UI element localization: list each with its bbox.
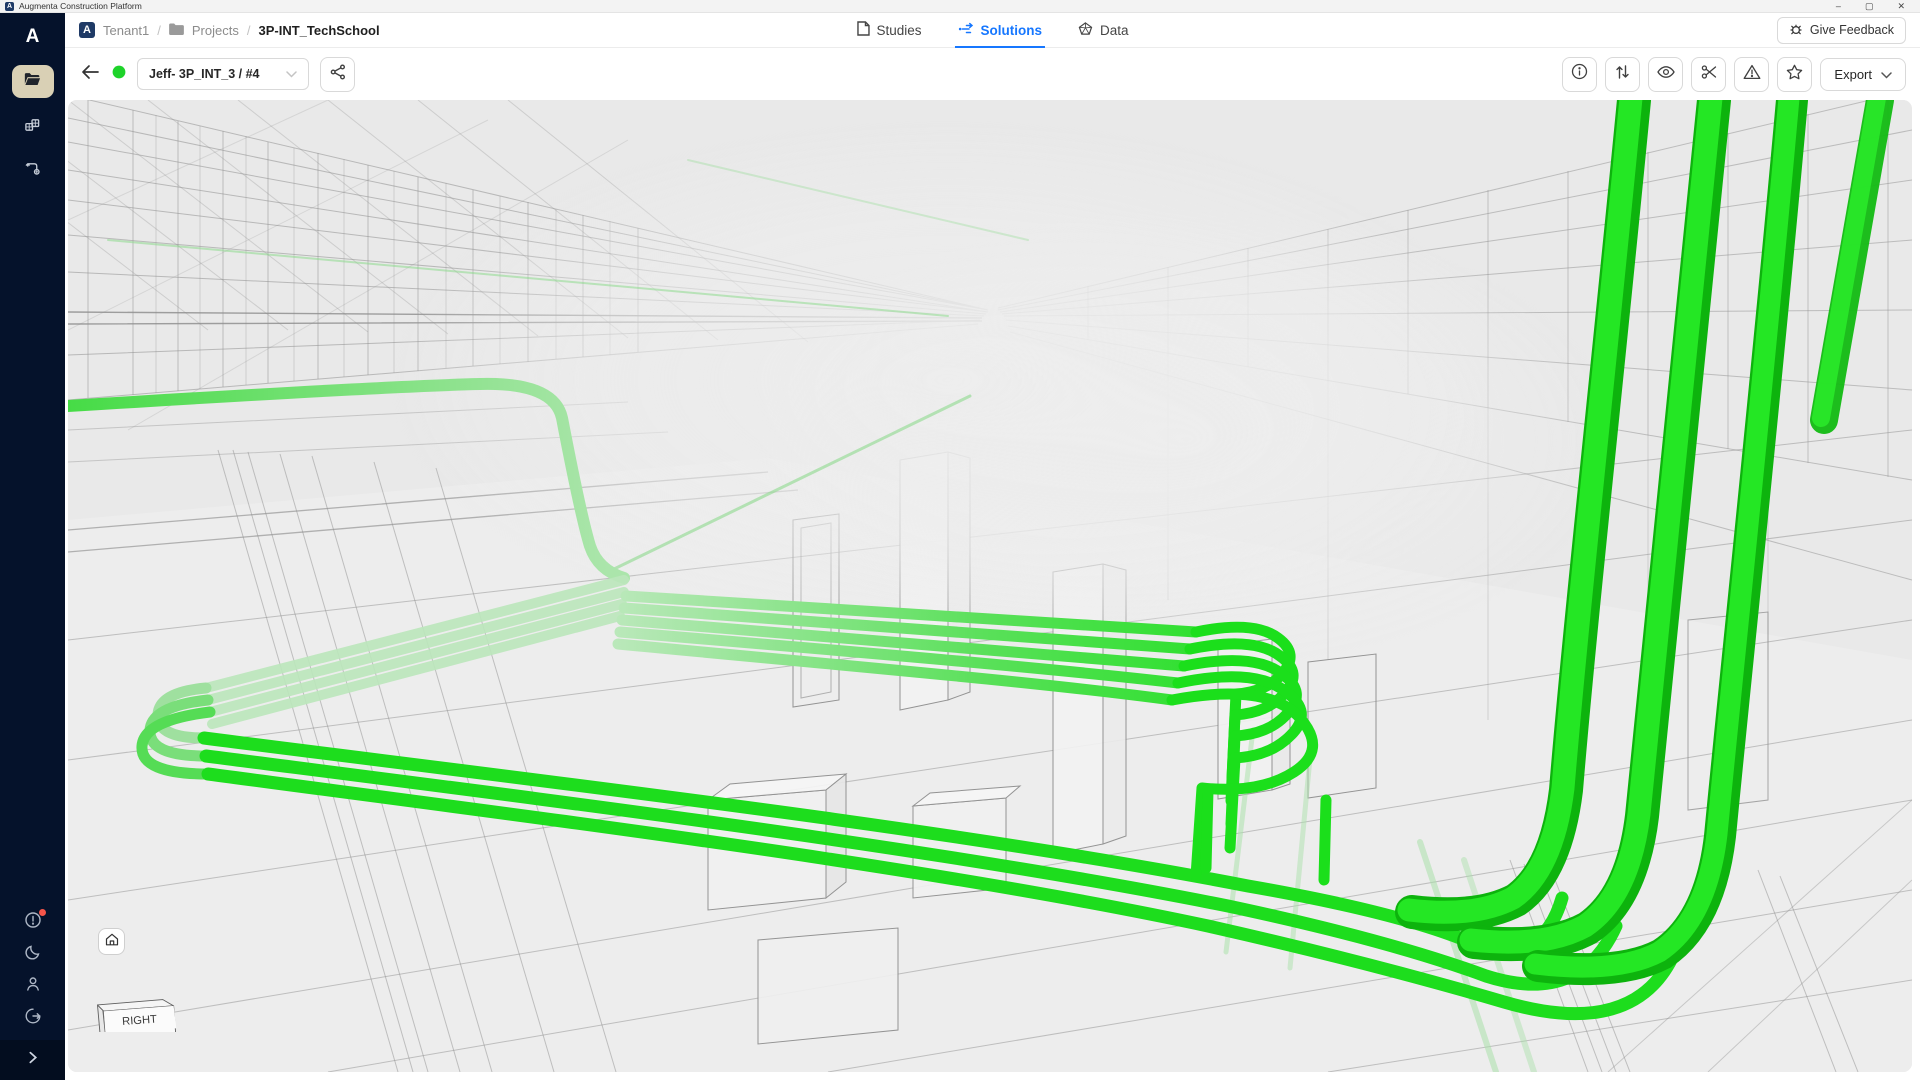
sidebar: A [0,13,65,1080]
share-icon [330,64,346,85]
minimize-button[interactable]: – [1836,0,1841,13]
data-icon [1078,22,1093,39]
share-button[interactable] [320,57,355,92]
sidebar-logo: A [26,26,40,48]
back-button[interactable] [79,63,101,85]
breadcrumb: A Tenant1 / Projects / 3P-INT_TechSchool [65,22,380,38]
issues-button[interactable] [1734,57,1769,92]
section-cut-button[interactable] [1691,57,1726,92]
favorite-button[interactable] [1777,57,1812,92]
document-icon [856,21,869,39]
sidebar-item-blocks[interactable] [12,115,54,141]
chevron-right-icon [26,1051,39,1069]
app-logo-icon: A [5,2,14,11]
sidebar-item-workflow[interactable] [12,158,54,184]
view-cube[interactable]: RIGHT [93,960,179,1032]
maximize-button[interactable]: ▢ [1865,0,1874,13]
view-cube-face-label: RIGHT [122,1014,158,1028]
bug-icon [1789,22,1803,39]
viewer-toolbar: Jeff- 3P_INT_3 / #4 [65,48,1920,100]
logout-icon [24,1007,42,1030]
status-dot [112,65,126,84]
folder-open-icon [24,72,41,92]
model-viewport-canvas[interactable]: RIGHT [68,100,1912,1072]
flow-icon [958,22,974,39]
folder-icon [169,23,184,38]
sidebar-item-dark-mode[interactable] [12,944,54,964]
solution-selector[interactable]: Jeff- 3P_INT_3 / #4 [137,58,309,90]
solution-name: Jeff- 3P_INT_3 / #4 [149,67,259,81]
star-icon [1786,64,1803,85]
chevron-down-icon [1881,67,1892,82]
sidebar-item-user[interactable] [12,976,54,996]
workflow-icon [24,160,41,182]
give-feedback-button[interactable]: Give Feedback [1777,17,1906,44]
scissors-icon [1701,64,1717,85]
warning-icon [1743,64,1761,85]
sidebar-item-logout[interactable] [12,1008,54,1028]
breadcrumb-projects[interactable]: Projects [192,23,239,38]
tab-studies[interactable]: Studies [856,13,921,47]
sidebar-expand-button[interactable] [0,1040,65,1080]
info-icon [1571,63,1588,85]
swap-vertical-icon [1615,64,1630,85]
close-button[interactable]: ✕ [1897,0,1905,13]
export-button[interactable]: Export [1820,58,1906,91]
tab-solutions[interactable]: Solutions [958,13,1043,47]
top-header: A Tenant1 / Projects / 3P-INT_TechSchool… [65,13,1920,48]
sidebar-item-projects[interactable] [12,65,54,98]
blocks-icon [24,117,41,139]
dark-mode-icon [24,943,42,966]
breadcrumb-project-name: 3P-INT_TechSchool [258,23,379,38]
compare-button[interactable] [1605,57,1640,92]
breadcrumb-tenant[interactable]: Tenant1 [103,23,149,38]
sidebar-item-notifications[interactable] [12,912,54,932]
os-titlebar: A Augmenta Construction Platform – ▢ ✕ [0,0,1920,13]
main-tabs: Studies Solutions [856,13,1128,47]
info-button[interactable] [1562,57,1597,92]
user-icon [24,975,42,998]
tenant-logo-icon: A [79,22,95,38]
visibility-button[interactable] [1648,57,1683,92]
window-title: Augmenta Construction Platform [19,1,142,11]
home-view-button[interactable] [98,928,125,955]
notification-badge [39,909,46,916]
wireframe-model-scene [68,100,1912,1072]
chevron-down-icon [286,67,297,81]
eye-icon [1657,65,1675,84]
tab-data[interactable]: Data [1078,13,1129,47]
home-icon [105,933,119,951]
arrow-left-icon [81,64,99,85]
